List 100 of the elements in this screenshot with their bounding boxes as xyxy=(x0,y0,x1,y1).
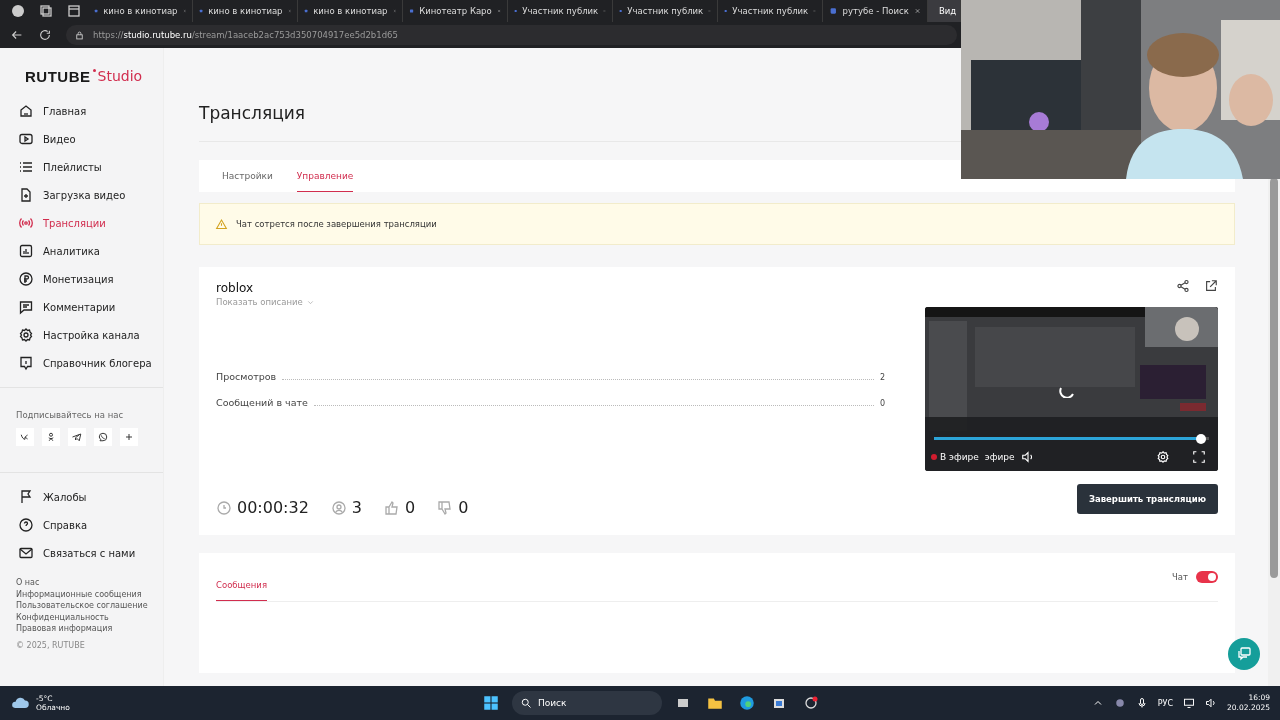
footer-link[interactable]: Информационные сообщения xyxy=(0,588,163,600)
windows-icon xyxy=(482,694,500,712)
microphone-icon xyxy=(1135,697,1148,709)
loading-spinner xyxy=(1059,386,1075,398)
ruble-icon xyxy=(18,271,34,287)
language-indicator[interactable]: РУС xyxy=(1157,698,1174,708)
comment-icon xyxy=(18,299,34,315)
share-icon xyxy=(1176,279,1190,293)
sidebar-item[interactable]: Главная xyxy=(0,97,163,125)
browser-tab[interactable]: Кинотеатр Каро xyxy=(403,0,508,22)
browser-tab[interactable]: Участник публик xyxy=(613,0,718,22)
sidebar-item[interactable]: Аналитика xyxy=(0,237,163,265)
likes-count: 0 xyxy=(405,498,416,517)
sidebar-item[interactable]: Настройка канала xyxy=(0,321,163,349)
end-stream-button[interactable]: Завершить трансляцию xyxy=(1076,484,1218,514)
help-icon xyxy=(18,517,34,533)
reload-icon xyxy=(38,28,52,42)
search-icon xyxy=(520,697,532,709)
plus-icon xyxy=(123,431,135,443)
social-button[interactable] xyxy=(94,428,112,446)
logo[interactable]: RUTUBE Studio xyxy=(0,68,163,85)
fullscreen-icon xyxy=(1192,450,1206,464)
sidebar-item[interactable]: Монетизация xyxy=(0,265,163,293)
thumbs-up-icon xyxy=(384,499,401,516)
tab-actions-icon xyxy=(66,3,82,19)
thumbs-down-icon xyxy=(437,499,454,516)
tab[interactable]: Управление xyxy=(296,160,354,192)
stat-value: 2 xyxy=(879,373,885,382)
back-icon xyxy=(10,28,24,42)
gear-icon xyxy=(18,327,34,343)
tab[interactable]: Сообщения xyxy=(216,553,267,601)
network-icon xyxy=(1113,697,1126,709)
browser-icon xyxy=(738,694,756,712)
chat-support-button[interactable] xyxy=(1228,638,1260,670)
tab[interactable]: Настройки xyxy=(222,160,273,192)
home-icon xyxy=(18,103,34,119)
settings-icon xyxy=(1156,450,1170,464)
live-label: эфире xyxy=(984,452,1015,462)
browser-tab[interactable]: кино в кинотиар xyxy=(298,0,403,22)
lock-icon xyxy=(74,29,85,41)
play-icon xyxy=(18,131,34,147)
volume-icon xyxy=(1020,450,1035,464)
sidebar-item[interactable]: Загрузка видео xyxy=(0,181,163,209)
chat-toggle[interactable] xyxy=(1196,571,1218,583)
footer-link[interactable]: Конфиденциальность xyxy=(0,611,163,623)
stat-label: Сообщений в чате xyxy=(216,397,308,408)
scrollbar[interactable] xyxy=(1270,178,1278,578)
url-text: https://studio.rutube.ru/stream/1aaceb2ac753d350704917ee5d2b1d65 xyxy=(93,30,398,40)
social-button[interactable] xyxy=(16,428,34,446)
browser-tab[interactable]: Вид xyxy=(928,0,961,22)
progress-thumb[interactable] xyxy=(1195,433,1206,444)
browser-tab[interactable]: кино в кинотиар xyxy=(88,0,193,22)
sidebar-item[interactable]: Связаться с нами xyxy=(0,539,163,567)
clock-icon xyxy=(216,499,232,516)
social-button[interactable] xyxy=(42,428,60,446)
sidebar-item[interactable]: Трансляции xyxy=(0,209,163,237)
sidebar-item[interactable]: Комментарии xyxy=(0,293,163,321)
app-icon xyxy=(803,695,819,711)
sidebar-item[interactable]: Справочник блогера xyxy=(0,349,163,377)
dislikes-count: 0 xyxy=(458,498,469,517)
sidebar-item[interactable]: Жалобы xyxy=(0,483,163,511)
viewers-icon xyxy=(330,499,347,516)
browser-tab[interactable]: Участник публик xyxy=(508,0,613,22)
profile-icon xyxy=(10,3,26,19)
chart-icon xyxy=(18,243,34,259)
social-button[interactable] xyxy=(68,428,86,446)
monitor-icon xyxy=(1183,697,1196,709)
mail-icon xyxy=(18,545,34,561)
info-icon xyxy=(18,355,34,371)
viewers-count: 3 xyxy=(351,498,363,517)
list-icon xyxy=(18,159,34,175)
workspaces-icon xyxy=(38,3,54,19)
close-icon xyxy=(913,6,921,16)
footer-link[interactable]: Правовая информация xyxy=(0,623,163,635)
warning-icon xyxy=(215,217,228,231)
follow-label: Подписывайтесь на нас xyxy=(15,410,125,420)
address-bar[interactable]: https://studio.rutube.ru/stream/1aaceb2ac753d350704917ee5d2b1d65 xyxy=(66,25,957,45)
copyright: © 2025, RUTUBE xyxy=(15,640,86,650)
page-icon xyxy=(829,5,838,17)
taskbar-search[interactable]: Поиск xyxy=(512,691,662,715)
browser-tab[interactable]: кино в кинотиар xyxy=(193,0,298,22)
volume-icon xyxy=(1205,697,1218,709)
sidebar-item[interactable]: Плейлисты xyxy=(0,153,163,181)
stat-label: Просмотров xyxy=(216,371,277,382)
stream-title: roblox xyxy=(216,281,255,295)
live-indicator: В эфире xyxy=(931,452,979,462)
viber-icon xyxy=(97,431,109,443)
chat-toggle-label: Чат xyxy=(1172,572,1188,582)
footer-link[interactable]: О нас xyxy=(0,577,163,589)
sidebar-item[interactable]: Видео xyxy=(0,125,163,153)
stat-value: 0 xyxy=(879,399,885,408)
duration: 00:00:32 xyxy=(237,498,309,517)
sidebar-item[interactable]: Справка xyxy=(0,511,163,539)
external-link-icon xyxy=(1204,279,1218,293)
flag-icon xyxy=(18,489,34,505)
notice-text: Чат сотрется после завершения трансляции xyxy=(236,219,437,229)
browser-tab[interactable]: Участник публик xyxy=(718,0,823,22)
video-player[interactable]: В эфире эфире xyxy=(925,307,1218,471)
telegram-icon xyxy=(71,431,83,443)
footer-link[interactable]: Пользовательское соглашение xyxy=(0,600,163,612)
